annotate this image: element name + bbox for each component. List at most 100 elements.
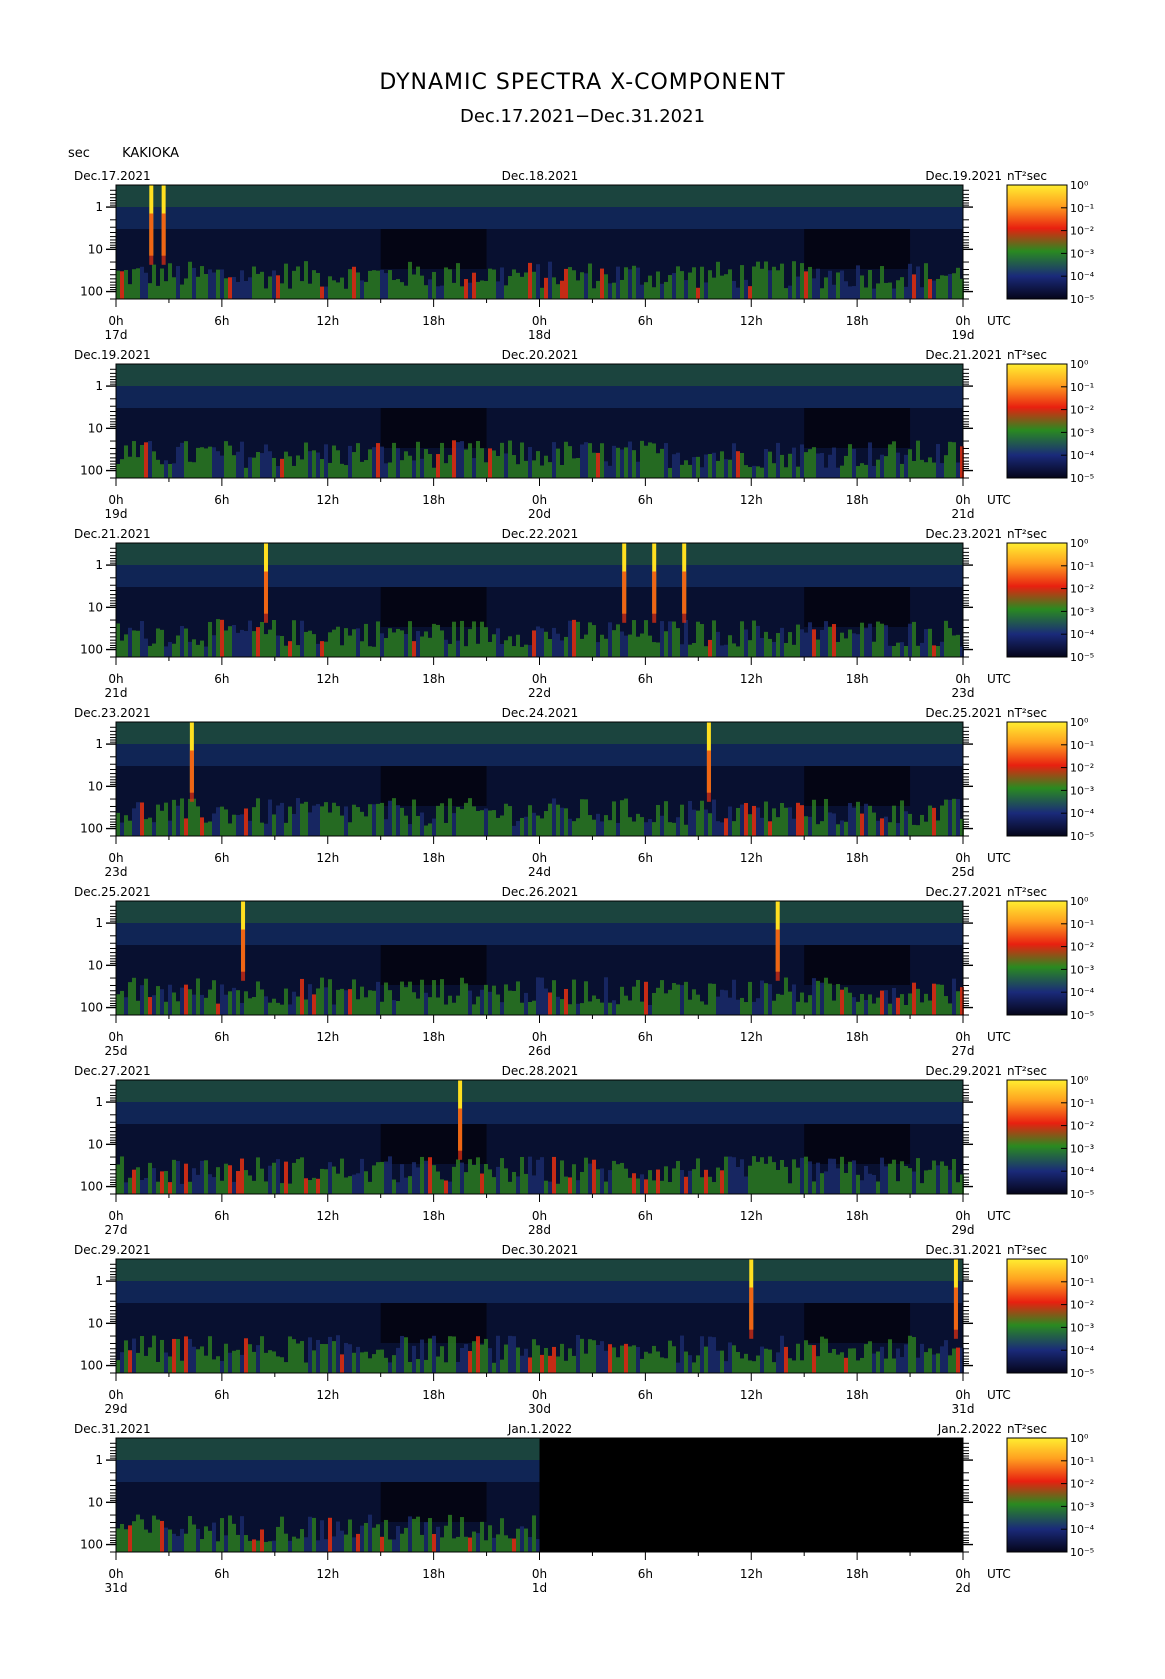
- long-period-power: [676, 1160, 680, 1194]
- long-period-power: [368, 449, 372, 478]
- long-period-power: [636, 267, 640, 299]
- long-period-power: [232, 276, 236, 299]
- long-period-power: [356, 443, 360, 478]
- long-period-power: [668, 1340, 672, 1373]
- long-period-power: [220, 984, 224, 1015]
- long-period-power: [260, 453, 264, 478]
- long-period-power: [444, 822, 448, 836]
- long-period-power: [920, 1183, 924, 1194]
- x-tick-label: 6h: [638, 314, 653, 328]
- long-period-power: [684, 981, 688, 1015]
- long-period-power: [652, 992, 656, 1015]
- x-tick-label: 12h: [740, 1030, 763, 1044]
- long-period-power: [704, 454, 708, 478]
- long-period-power: [152, 822, 156, 836]
- long-period-power: [188, 1516, 192, 1552]
- long-period-power: [480, 448, 484, 478]
- colorbar-label: 10⁻⁵: [1070, 1009, 1094, 1022]
- long-period-power: [408, 1176, 412, 1194]
- x-unit-label: UTC: [987, 1209, 1011, 1223]
- long-period-power: [216, 1541, 220, 1552]
- spike-mark-lower: [775, 929, 780, 981]
- long-period-power: [332, 1341, 336, 1373]
- long-period-power: [896, 452, 900, 478]
- long-period-power: [128, 456, 132, 478]
- x-unit-label: UTC: [987, 314, 1011, 328]
- panel-mid-date: Dec.30.2021: [502, 1243, 579, 1257]
- spectrogram-panel: Dec.21.2021 Dec.22.2021 Dec.23.20211101000…: [74, 527, 1095, 700]
- long-period-power: [712, 620, 716, 657]
- long-period-power: [208, 1174, 212, 1194]
- colorbar: [1006, 363, 1068, 479]
- long-period-power: [660, 980, 664, 1015]
- long-period-power: [836, 824, 840, 836]
- day-label: 28d: [528, 1223, 551, 1237]
- long-period-power: [456, 442, 460, 478]
- long-period-power: [588, 815, 592, 836]
- long-period-power: [132, 1521, 136, 1552]
- long-period-power: [880, 990, 884, 1015]
- long-period-power: [304, 1537, 308, 1552]
- long-period-power: [248, 1344, 252, 1373]
- long-period-power: [756, 807, 760, 836]
- long-period-power: [744, 1002, 748, 1015]
- long-period-power: [224, 278, 228, 299]
- long-period-power: [672, 454, 676, 478]
- long-period-power: [428, 823, 432, 836]
- y-tick-label: 100: [80, 1359, 103, 1373]
- long-period-power: [420, 979, 424, 1015]
- long-period-power: [828, 1158, 832, 1194]
- long-period-power: [744, 803, 748, 836]
- long-period-power: [956, 799, 960, 836]
- long-period-power: [404, 451, 408, 478]
- long-period-power: [252, 807, 256, 836]
- long-period-power: [856, 466, 860, 478]
- long-period-power: [272, 814, 276, 836]
- long-period-power: [256, 798, 260, 836]
- long-period-power: [752, 1001, 756, 1015]
- long-period-power: [228, 445, 232, 478]
- long-period-power: [116, 1360, 120, 1373]
- long-period-power: [128, 982, 132, 1015]
- long-period-power: [800, 1157, 804, 1194]
- long-period-power: [792, 644, 796, 657]
- long-period-power: [536, 1345, 540, 1373]
- long-period-power: [856, 1360, 860, 1373]
- long-period-power: [236, 814, 240, 836]
- spike-mark-lower: [953, 1287, 958, 1339]
- long-period-power: [944, 1165, 948, 1194]
- long-period-power: [752, 1156, 756, 1194]
- long-period-power: [580, 272, 584, 299]
- long-period-power: [248, 1540, 252, 1552]
- long-period-power: [392, 632, 396, 657]
- long-period-power: [400, 1335, 404, 1373]
- long-period-power: [492, 269, 496, 299]
- spike-mark-lower: [149, 213, 154, 265]
- long-period-power: [268, 1541, 272, 1552]
- long-period-power: [724, 644, 728, 657]
- long-period-power: [900, 1161, 904, 1194]
- long-period-power: [888, 282, 892, 299]
- long-period-power: [276, 1159, 280, 1194]
- long-period-power: [684, 1176, 688, 1194]
- long-period-power: [360, 1352, 364, 1373]
- long-period-power: [524, 816, 528, 836]
- long-period-power: [344, 288, 348, 299]
- long-period-power: [180, 1183, 184, 1194]
- long-period-power: [532, 812, 536, 836]
- long-period-power: [792, 261, 796, 299]
- long-period-power: [468, 798, 472, 836]
- long-period-power: [408, 824, 412, 836]
- long-period-power: [668, 822, 672, 836]
- long-period-power: [308, 283, 312, 299]
- colorbar-label: 10⁻³: [1070, 1321, 1094, 1334]
- long-period-power: [284, 822, 288, 836]
- long-period-power: [320, 1520, 324, 1552]
- long-period-power: [820, 288, 824, 299]
- long-period-power: [648, 1170, 652, 1194]
- long-period-power: [952, 978, 956, 1015]
- long-period-power: [732, 643, 736, 657]
- long-period-power: [540, 628, 544, 657]
- long-period-power: [292, 1536, 296, 1552]
- long-period-power: [516, 272, 520, 299]
